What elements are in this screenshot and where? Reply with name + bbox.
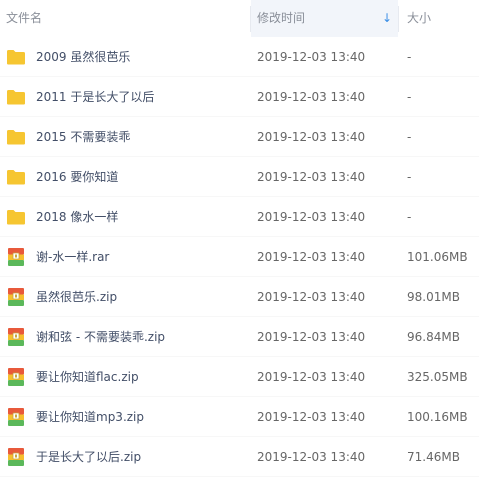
file-row[interactable]: 2016 要你知道 2019-12-03 13:40 - (0, 157, 479, 197)
file-modified-time: 2019-12-03 13:40 (257, 210, 366, 224)
file-name-link[interactable]: 于是长大了以后.zip (36, 437, 141, 477)
sort-descending-icon[interactable]: ↓ (382, 0, 392, 37)
file-row[interactable]: 2015 不需要装乖 2019-12-03 13:40 - (0, 117, 479, 157)
column-header-modified-time-label: 修改时间 (257, 11, 306, 25)
column-header-filename-label: 文件名 (6, 11, 43, 25)
file-name-link[interactable]: 要让你知道mp3.zip (36, 397, 144, 437)
file-size: 325.05MB (407, 370, 468, 384)
file-size: 101.06MB (407, 250, 468, 264)
column-header-size-label: 大小 (407, 11, 432, 25)
file-name-link[interactable]: 2011 于是长大了以后 (36, 77, 154, 117)
file-name-link[interactable]: 虽然很芭乐.zip (36, 277, 117, 317)
file-row[interactable]: 于是长大了以后.zip 2019-12-03 13:40 71.46MB (0, 437, 479, 477)
file-name-link[interactable]: 2009 虽然很芭乐 (36, 37, 130, 77)
file-name-link[interactable]: 谢-水一样.rar (36, 237, 109, 277)
file-list: 2009 虽然很芭乐 2019-12-03 13:40 - 2011 于是长大了以后… (0, 37, 479, 477)
file-size: - (407, 90, 412, 104)
column-header-size[interactable]: 大小 (399, 0, 479, 37)
file-name-link[interactable]: 2018 像水一样 (36, 197, 118, 237)
file-modified-time: 2019-12-03 13:40 (257, 50, 366, 64)
file-row[interactable]: 虽然很芭乐.zip 2019-12-03 13:40 98.01MB (0, 277, 479, 317)
file-modified-time: 2019-12-03 13:40 (257, 130, 366, 144)
file-modified-time: 2019-12-03 13:40 (257, 330, 366, 344)
file-size: - (407, 210, 412, 224)
file-modified-time: 2019-12-03 13:40 (257, 290, 366, 304)
file-row[interactable]: 谢-水一样.rar 2019-12-03 13:40 101.06MB (0, 237, 479, 277)
file-size: 71.46MB (407, 450, 460, 464)
archive-icon (6, 367, 26, 387)
archive-icon (6, 247, 26, 267)
archive-icon (6, 407, 26, 427)
file-row[interactable]: 2011 于是长大了以后 2019-12-03 13:40 - (0, 77, 479, 117)
file-modified-time: 2019-12-03 13:40 (257, 250, 366, 264)
file-row[interactable]: 谢和弦 - 不需要装乖.zip 2019-12-03 13:40 96.84MB (0, 317, 479, 357)
column-header-modified-time[interactable]: 修改时间 ↓ (251, 0, 398, 37)
file-modified-time: 2019-12-03 13:40 (257, 410, 366, 424)
file-name-link[interactable]: 谢和弦 - 不需要装乖.zip (36, 317, 165, 357)
file-name-link[interactable]: 2015 不需要装乖 (36, 117, 130, 157)
archive-icon (6, 287, 26, 307)
folder-icon (6, 167, 26, 187)
file-modified-time: 2019-12-03 13:40 (257, 90, 366, 104)
file-row[interactable]: 要让你知道flac.zip 2019-12-03 13:40 325.05MB (0, 357, 479, 397)
file-name-link[interactable]: 要让你知道flac.zip (36, 357, 139, 397)
file-size: - (407, 130, 412, 144)
file-modified-time: 2019-12-03 13:40 (257, 370, 366, 384)
file-row[interactable]: 2018 像水一样 2019-12-03 13:40 - (0, 197, 479, 237)
file-size: 98.01MB (407, 290, 460, 304)
file-name-link[interactable]: 2016 要你知道 (36, 157, 118, 197)
file-list-header: 文件名 修改时间 ↓ 大小 (0, 0, 479, 37)
column-header-filename[interactable]: 文件名 (0, 0, 250, 37)
folder-icon (6, 87, 26, 107)
folder-icon (6, 207, 26, 227)
file-size: 100.16MB (407, 410, 468, 424)
file-modified-time: 2019-12-03 13:40 (257, 170, 366, 184)
folder-icon (6, 127, 26, 147)
file-row[interactable]: 要让你知道mp3.zip 2019-12-03 13:40 100.16MB (0, 397, 479, 437)
file-row[interactable]: 2009 虽然很芭乐 2019-12-03 13:40 - (0, 37, 479, 77)
archive-icon (6, 447, 26, 467)
file-size: - (407, 50, 412, 64)
file-size: 96.84MB (407, 330, 460, 344)
archive-icon (6, 327, 26, 347)
folder-icon (6, 47, 26, 67)
file-size: - (407, 170, 412, 184)
file-modified-time: 2019-12-03 13:40 (257, 450, 366, 464)
